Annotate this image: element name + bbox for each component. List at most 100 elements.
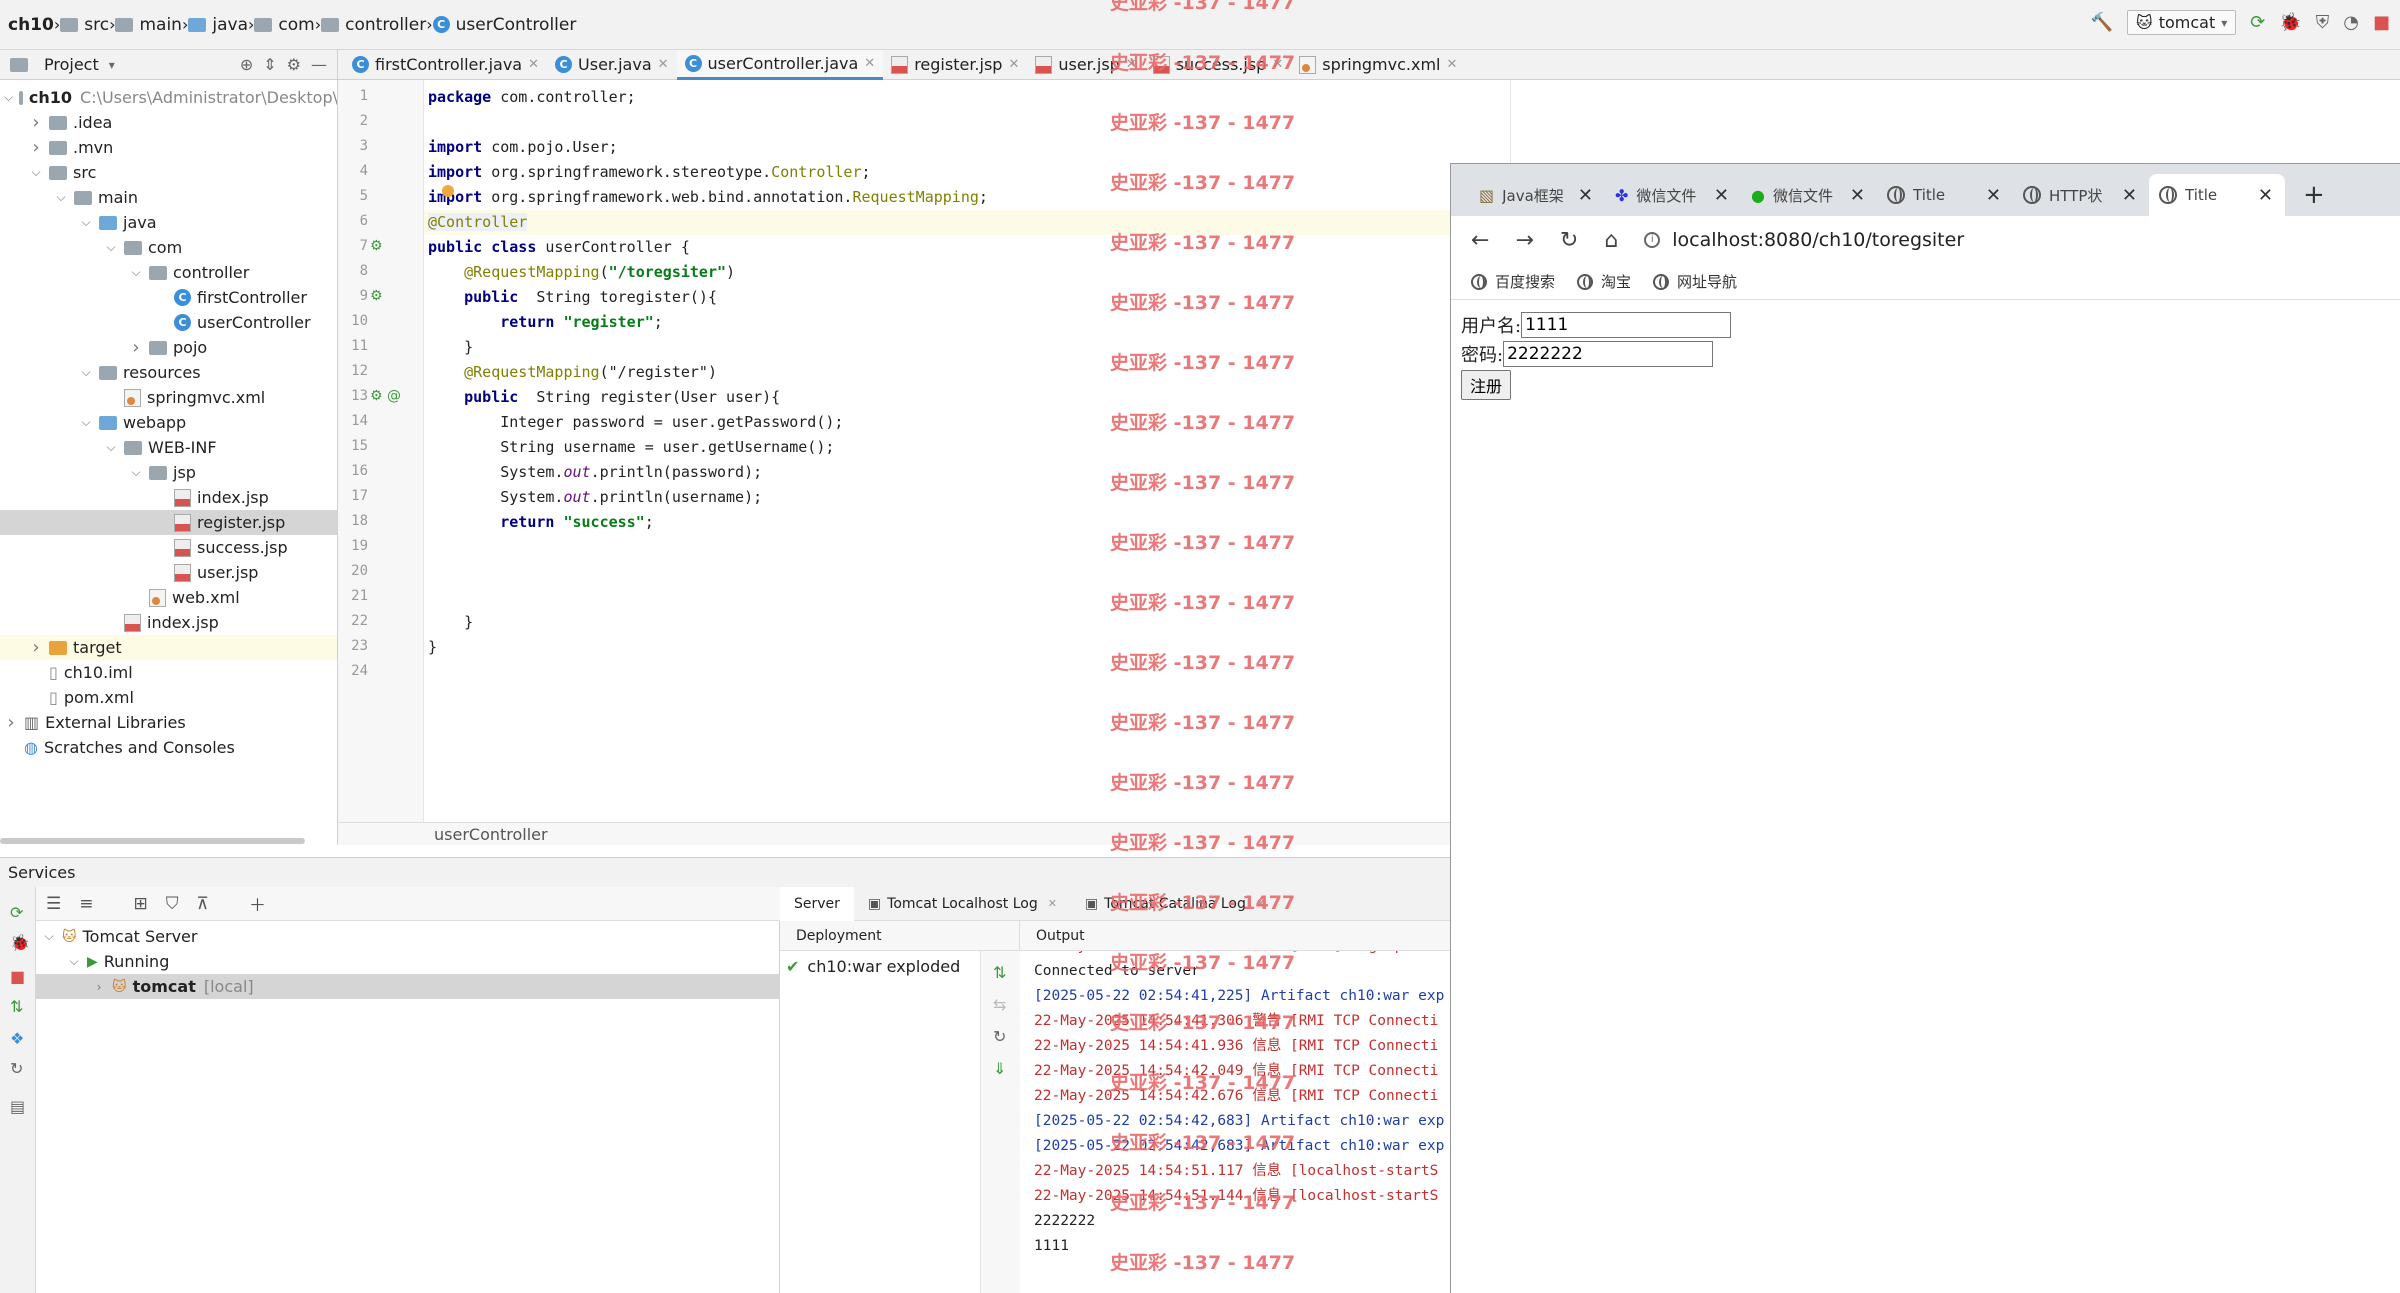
service-node[interactable]: › 🐱 tomcat [local] (36, 974, 780, 999)
tree-item[interactable]: › .idea (0, 110, 337, 135)
tree-item[interactable]: springmvc.xml (0, 385, 337, 410)
deployment-item[interactable]: ✔ ch10:war exploded (786, 957, 960, 976)
editor-tab[interactable]: register.jsp ✕ (883, 50, 1027, 80)
service-node[interactable]: ⌵ 🐱 Tomcat Server (36, 924, 780, 949)
breadcrumb-item[interactable]: main (115, 15, 182, 35)
breadcrumb-item[interactable]: src (60, 15, 109, 35)
editor-tab[interactable]: success.jsp ✕ (1145, 50, 1292, 80)
build-hammer-icon[interactable]: 🔨 (2091, 12, 2113, 33)
tree-item[interactable]: ▯ ch10.iml (0, 660, 337, 685)
tree-item[interactable]: web.xml (0, 585, 337, 610)
tree-item[interactable]: ⌵ jsp (0, 460, 337, 485)
bean-gutter-icon[interactable]: ⚙ (370, 238, 383, 254)
minimize-icon[interactable]: — (311, 55, 327, 74)
breadcrumb-item[interactable]: java (188, 15, 248, 35)
bean-gutter-icon[interactable]: ⚙ @ (370, 388, 401, 404)
tree-item[interactable]: ⌵ java (0, 210, 337, 235)
refresh-icon[interactable]: ↻ (10, 1059, 23, 1078)
chevron-down-icon[interactable]: ⌵ (129, 265, 143, 280)
debug-icon[interactable]: 🐞 (2279, 12, 2301, 33)
close-icon[interactable]: ✕ (658, 57, 669, 72)
tree-scrollbar[interactable] (0, 838, 305, 844)
bookmark-item[interactable]: 网址导航 (1653, 271, 1737, 292)
tree-item[interactable]: ⌵ com (0, 235, 337, 260)
editor-tab[interactable]: CuserController.java ✕ (676, 49, 884, 80)
browser-tab[interactable]: HTTP状 ✕ (2013, 174, 2149, 216)
breadcrumb-item[interactable]: controller (321, 15, 426, 35)
breadcrumb-item[interactable]: CuserController (432, 15, 576, 35)
close-icon[interactable]: ✕ (528, 57, 539, 72)
collapse-all-icon[interactable]: ≡ (79, 894, 93, 914)
services-tab[interactable]: ▣ Tomcat Catalina Log ✕ (1071, 887, 1279, 921)
tree-item[interactable]: CuserController (0, 310, 337, 335)
chevron-right-icon[interactable]: › (29, 137, 43, 158)
chevron-right-icon[interactable]: › (29, 637, 43, 658)
pin-icon[interactable]: ⊼ (197, 894, 209, 914)
close-icon[interactable]: ✕ (2122, 185, 2137, 206)
group-icon[interactable]: ⊞ (134, 894, 148, 914)
rerun-icon[interactable]: ⟳ (10, 903, 23, 922)
update-icon[interactable]: ⇓ (993, 1059, 1006, 1078)
close-icon[interactable]: ✕ (1048, 897, 1057, 910)
forward-icon[interactable]: → (1515, 228, 1533, 253)
tree-item[interactable]: CfirstController (0, 285, 337, 310)
tree-item[interactable]: ⌵ resources (0, 360, 337, 385)
chevron-down-icon[interactable]: ⌵ (67, 954, 81, 969)
tree-item[interactable]: ⌵ webapp (0, 410, 337, 435)
tree-item[interactable]: ▯ pom.xml (0, 685, 337, 710)
tree-item[interactable]: ⌵ ch10 C:\Users\Administrator\Desktop\ (0, 85, 337, 110)
bookmark-item[interactable]: 百度搜索 (1471, 271, 1555, 292)
add-icon[interactable]: ＋ (249, 891, 266, 916)
tree-item[interactable]: user.jsp (0, 560, 337, 585)
tree-item[interactable]: › .mvn (0, 135, 337, 160)
password-input[interactable] (1503, 340, 1714, 367)
gear-icon[interactable]: ⚙ (287, 55, 301, 74)
browser-tab[interactable]: ✤ 微信文件 ✕ (1605, 174, 1741, 216)
chevron-right-icon[interactable]: › (129, 337, 143, 358)
services-tab[interactable]: Server (780, 886, 854, 921)
browser-tab[interactable]: Title ✕ (1877, 174, 2013, 216)
close-icon[interactable]: ✕ (1986, 185, 2001, 206)
lightbulb-icon[interactable] (442, 185, 454, 197)
tree-item[interactable]: ⌵ WEB-INF (0, 435, 337, 460)
chevron-down-icon[interactable]: ⌵ (104, 440, 118, 455)
tree-item[interactable]: index.jsp (0, 485, 337, 510)
breadcrumb-item[interactable]: ch10 (8, 15, 54, 35)
locate-icon[interactable]: ⊕ (240, 55, 253, 74)
address-bar[interactable]: i localhost:8080/ch10/toregsiter (1644, 229, 1964, 251)
collapse-all-icon[interactable]: ⇕ (263, 55, 276, 74)
tree-item[interactable]: ◍ Scratches and Consoles (0, 735, 337, 760)
editor-tab[interactable]: user.jsp ✕ (1027, 50, 1144, 80)
tree-item[interactable]: › target (0, 635, 337, 660)
close-icon[interactable]: ✕ (864, 56, 875, 71)
home-icon[interactable]: ⌂ (1604, 228, 1618, 253)
close-icon[interactable]: ✕ (1446, 57, 1457, 72)
editor-tab[interactable]: springmvc.xml ✕ (1291, 50, 1465, 80)
undeploy-icon[interactable]: ⇆ (993, 995, 1006, 1014)
chevron-down-icon[interactable]: ⌵ (129, 465, 143, 480)
browser-tab[interactable]: ● 微信文件 ✕ (1741, 174, 1877, 216)
register-button[interactable]: 注册 (1461, 370, 1512, 400)
close-icon[interactable]: ✕ (1008, 57, 1019, 72)
info-icon[interactable]: i (1644, 232, 1661, 248)
deploy-all-icon[interactable]: ⇅ (993, 963, 1006, 982)
chevron-right-icon[interactable]: › (29, 112, 43, 133)
new-tab-icon[interactable]: + (2303, 180, 2325, 210)
expand-all-icon[interactable]: ☰ (46, 894, 61, 914)
project-panel-label[interactable]: Project (44, 55, 99, 74)
service-node[interactable]: ⌵ ▶ Running (36, 949, 780, 974)
breadcrumb-item[interactable]: com (254, 15, 315, 35)
chevron-down-icon[interactable]: ⌵ (4, 90, 13, 105)
close-icon[interactable]: ✕ (2258, 185, 2273, 206)
reload-icon[interactable]: ↻ (1560, 228, 1578, 253)
back-icon[interactable]: ← (1471, 228, 1489, 253)
editor-tab[interactable]: CfirstController.java ✕ (344, 50, 547, 80)
bookmark-item[interactable]: 淘宝 (1577, 271, 1631, 292)
close-icon[interactable]: ✕ (1126, 57, 1137, 72)
filter-icon[interactable]: ⛉ (166, 894, 179, 914)
username-input[interactable] (1521, 311, 1732, 338)
editor-tab[interactable]: C User.java ✕ (547, 50, 677, 80)
code-editor[interactable]: package com.controller; import com.pojo.U… (424, 80, 1510, 822)
chevron-down-icon[interactable]: ⌵ (104, 240, 118, 255)
close-icon[interactable]: ✕ (1256, 897, 1265, 910)
